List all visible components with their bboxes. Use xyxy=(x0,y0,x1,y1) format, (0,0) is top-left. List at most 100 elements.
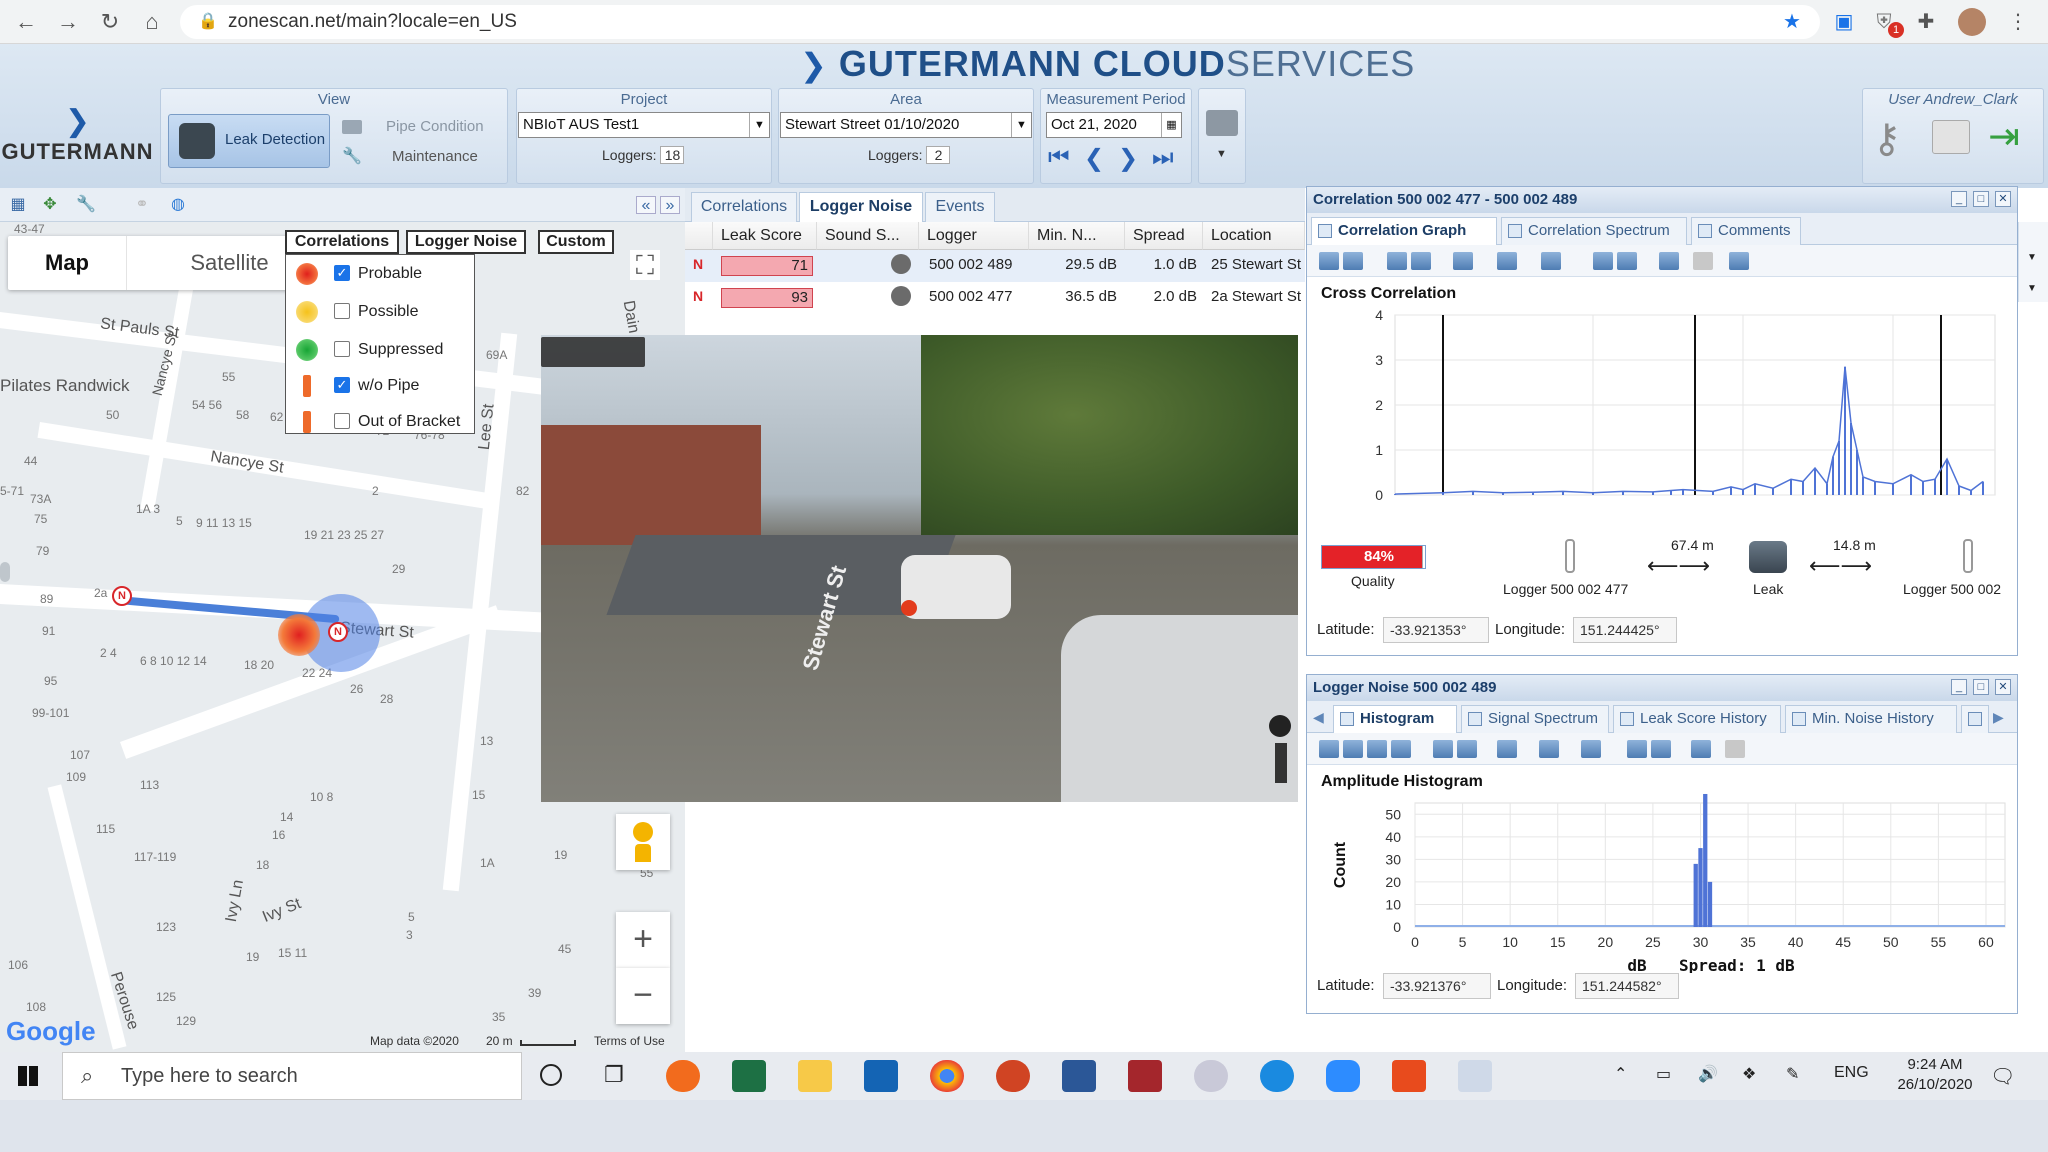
clock-time[interactable]: 9:24 AM xyxy=(1890,1056,1980,1073)
skype-icon[interactable] xyxy=(1260,1060,1294,1092)
language-indicator[interactable]: ENG xyxy=(1834,1064,1869,1082)
puzzle-icon[interactable]: ✚ xyxy=(1912,8,1940,36)
tree-icon[interactable]: ✥ xyxy=(40,196,60,214)
layers-icon[interactable]: ⚭ xyxy=(132,196,152,214)
project-select[interactable]: NBIoT AUS Test1 ▼ xyxy=(518,112,770,138)
col-logger[interactable]: Logger xyxy=(919,222,1029,250)
globe-icon[interactable]: ◍ xyxy=(168,196,188,214)
logger-marker-2a[interactable]: N xyxy=(112,586,132,606)
printer-dropdown-icon[interactable]: ▼ xyxy=(1216,148,1227,160)
dropbox-icon[interactable]: ❖ xyxy=(1742,1064,1756,1084)
filter-tool-icon[interactable] xyxy=(1497,252,1517,270)
view-single-icon[interactable] xyxy=(1433,740,1453,758)
chart-tool-icon[interactable] xyxy=(1343,252,1363,270)
extension-icon[interactable]: ▣ xyxy=(1830,8,1858,36)
profile-avatar[interactable] xyxy=(1958,8,1986,36)
chart-tool-icon[interactable] xyxy=(1367,740,1387,758)
suppressed-checkbox[interactable] xyxy=(334,341,350,357)
maximize-icon[interactable]: □ xyxy=(1973,679,1989,695)
tab-min-noise-history[interactable]: Min. Noise History xyxy=(1785,705,1957,733)
office-app-icon[interactable] xyxy=(1392,1060,1426,1092)
zoom-in-button[interactable]: + xyxy=(616,912,670,968)
chart-options-icon[interactable] xyxy=(1581,740,1601,758)
home-icon[interactable]: ⌂ xyxy=(138,8,166,36)
col-leak-score[interactable]: Leak Score xyxy=(713,222,817,250)
last-period-icon[interactable]: ⏭ xyxy=(1152,144,1174,172)
firefox-icon[interactable] xyxy=(666,1060,700,1092)
calendar-icon[interactable]: ▦ xyxy=(1161,113,1181,137)
clock-date[interactable]: 26/10/2020 xyxy=(1890,1076,1980,1093)
legend-tab-correlations[interactable]: Correlations xyxy=(285,230,399,254)
chart-tool-icon[interactable] xyxy=(1319,740,1339,758)
key-icon[interactable]: ⚷ xyxy=(1872,116,1901,162)
legend-row-possible[interactable]: Possible xyxy=(286,293,476,329)
app-icon[interactable] xyxy=(1194,1060,1228,1092)
filter-tool-icon[interactable] xyxy=(1539,740,1559,758)
tab-correlations[interactable]: Correlations xyxy=(691,192,797,222)
outlook-icon[interactable] xyxy=(864,1060,898,1092)
table-row[interactable]: N 93 500 002 477 36.5 dB 2.0 dB 2a Stewa… xyxy=(685,282,1305,314)
legend-row-wo-pipe[interactable]: ✓ w/o Pipe xyxy=(286,367,476,403)
minimize-icon[interactable]: _ xyxy=(1951,191,1967,207)
excel-icon[interactable] xyxy=(732,1060,766,1092)
maintenance-button[interactable]: Maintenance xyxy=(392,148,478,165)
zoom-reset-icon[interactable] xyxy=(1725,740,1745,758)
col-min-noise[interactable]: Min. N... xyxy=(1029,222,1125,250)
pen-icon[interactable]: ✎ xyxy=(1786,1064,1799,1084)
export-icon[interactable] xyxy=(1617,252,1637,270)
tab-comments[interactable]: Comments xyxy=(1691,217,1801,245)
close-icon[interactable]: ✕ xyxy=(1995,191,2011,207)
col-location[interactable]: Location xyxy=(1203,222,1305,250)
tab-logger-noise[interactable]: Logger Noise xyxy=(799,192,923,222)
snip-icon[interactable] xyxy=(1458,1060,1492,1092)
first-period-icon[interactable]: ⏮ xyxy=(1048,144,1070,172)
back-icon[interactable]: ← xyxy=(12,8,40,36)
next-period-icon[interactable]: ❯ xyxy=(1118,144,1138,173)
compass-icon[interactable] xyxy=(1269,715,1291,737)
tab-events[interactable]: Events xyxy=(925,192,995,222)
print-chart-icon[interactable] xyxy=(1691,740,1711,758)
possible-checkbox[interactable] xyxy=(334,303,350,319)
access-icon[interactable] xyxy=(1128,1060,1162,1092)
period-date-input[interactable]: Oct 21, 2020 ▦ xyxy=(1046,112,1182,138)
leak-marker-street[interactable] xyxy=(901,600,917,616)
map-view-icon[interactable]: ▦ xyxy=(8,196,28,214)
col-spread[interactable]: Spread xyxy=(1125,222,1203,250)
zoom-reset-icon[interactable] xyxy=(1693,252,1713,270)
view-split-icon[interactable] xyxy=(1457,740,1477,758)
word-icon[interactable] xyxy=(1062,1060,1096,1092)
out-of-bracket-checkbox[interactable] xyxy=(334,413,350,429)
maximize-icon[interactable]: □ xyxy=(1973,191,1989,207)
chart-tool-icon[interactable] xyxy=(1319,252,1339,270)
export-icon[interactable] xyxy=(1651,740,1671,758)
fullscreen-icon[interactable]: ⛶ xyxy=(630,250,660,280)
legend-row-suppressed[interactable]: Suppressed xyxy=(286,331,476,367)
logout-icon[interactable]: ⇥ xyxy=(1988,114,2020,159)
collapse-left-icon[interactable]: « xyxy=(636,196,656,214)
export-icon[interactable] xyxy=(1593,252,1613,270)
cortana-icon[interactable] xyxy=(540,1064,562,1086)
chrome-icon[interactable] xyxy=(930,1060,964,1092)
previous-period-icon[interactable]: ❮ xyxy=(1084,144,1104,173)
sound-icon[interactable] xyxy=(891,254,911,274)
view-split-icon[interactable] xyxy=(1411,252,1431,270)
table-row[interactable]: N 71 500 002 489 29.5 dB 1.0 dB 25 Stewa… xyxy=(685,250,1305,282)
notifications-icon[interactable]: 🗨 xyxy=(1990,1064,2015,1089)
chart-options-icon[interactable] xyxy=(1541,252,1561,270)
tab-scroll-right-icon[interactable]: ▶ xyxy=(1993,709,2004,726)
task-view-icon[interactable]: ❐ xyxy=(604,1062,624,1088)
tab-signal-spectrum[interactable]: Signal Spectrum xyxy=(1461,705,1609,733)
view-single-icon[interactable] xyxy=(1387,252,1407,270)
windows-start-icon[interactable] xyxy=(18,1066,38,1086)
leak-detection-button[interactable]: Leak Detection xyxy=(168,114,330,168)
taskbar-search[interactable]: ⌕ Type here to search xyxy=(62,1052,522,1100)
legend-tab-logger-noise[interactable]: Logger Noise xyxy=(406,230,526,254)
battery-icon[interactable]: ▭ xyxy=(1656,1064,1671,1084)
minimize-icon[interactable]: _ xyxy=(1951,679,1967,695)
tab-scroll-left-icon[interactable]: ◀ xyxy=(1313,709,1324,726)
forward-icon[interactable]: → xyxy=(54,8,82,36)
pegman-button[interactable] xyxy=(616,814,670,870)
legend-row-probable[interactable]: ✓ Probable xyxy=(286,255,476,291)
file-explorer-icon[interactable] xyxy=(798,1060,832,1092)
close-icon[interactable]: ✕ xyxy=(1995,679,2011,695)
